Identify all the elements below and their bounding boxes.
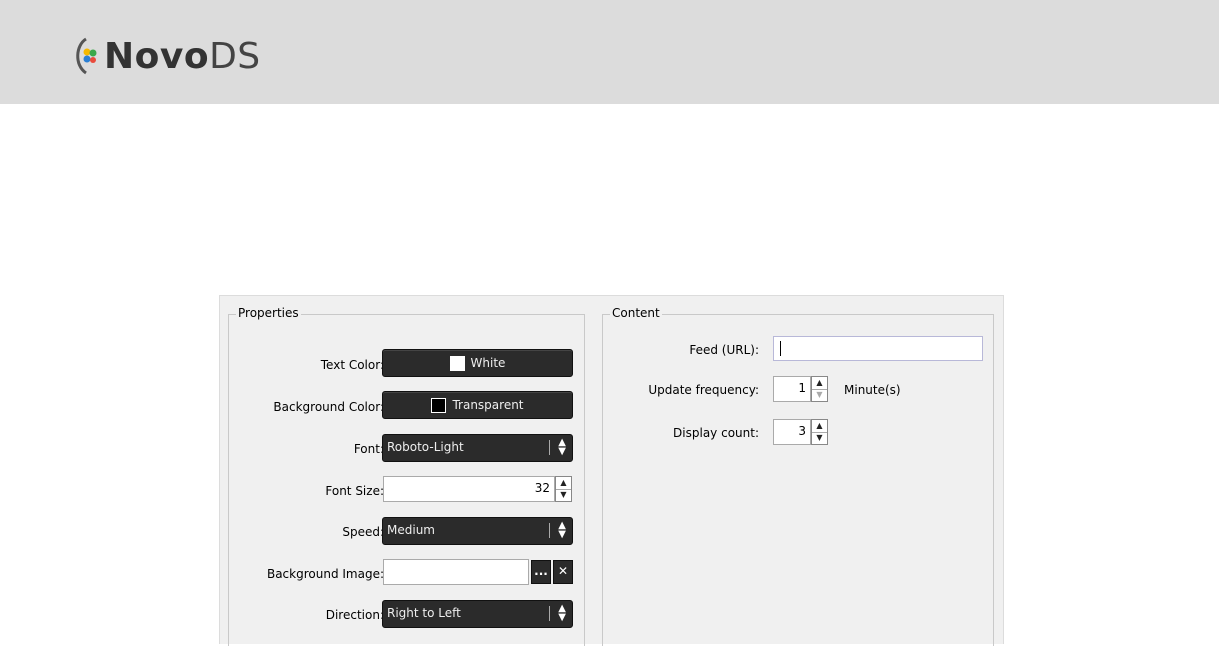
update-frequency-unit: Minute(s)	[844, 383, 901, 397]
direction-value: Right to Left	[387, 606, 461, 620]
speed-label: Speed:	[342, 525, 384, 539]
updown-arrows-icon: ▲ ▼	[558, 520, 566, 540]
updown-arrows-icon: ▲ ▼	[558, 603, 566, 623]
speed-select[interactable]: Medium ▲ ▼	[382, 517, 573, 545]
app-header: NovoDS	[0, 0, 1219, 104]
spin-down-icon[interactable]: ▼	[812, 432, 827, 444]
font-label: Font:	[353, 442, 384, 456]
text-color-button[interactable]: White	[382, 349, 573, 377]
font-size-label: Font Size:	[325, 484, 384, 498]
font-select[interactable]: Roboto-Light ▲ ▼	[382, 434, 573, 462]
ticker-settings-panel: Properties Text Color: White Background …	[219, 295, 1004, 646]
logo-mark-icon	[72, 35, 98, 77]
spin-down-icon[interactable]: ▼	[556, 489, 571, 501]
properties-group: Properties Text Color: White Background …	[228, 306, 585, 646]
content-title: Content	[610, 306, 662, 320]
font-value: Roboto-Light	[387, 440, 464, 454]
select-divider	[549, 606, 550, 621]
select-divider	[549, 440, 550, 455]
direction-select[interactable]: Right to Left ▲ ▼	[382, 600, 573, 628]
white-swatch-icon	[449, 355, 465, 371]
updown-arrows-icon: ▲ ▼	[558, 437, 566, 457]
text-color-label: Text Color:	[320, 358, 384, 372]
content-group: Content Feed (URL): Update frequency: 1 …	[602, 306, 994, 646]
update-frequency-value: 1	[798, 381, 806, 395]
select-divider	[549, 523, 550, 538]
black-swatch-icon	[431, 397, 447, 413]
properties-title: Properties	[236, 306, 301, 320]
feed-url-label: Feed (URL):	[689, 343, 759, 357]
update-frequency-spinner[interactable]: ▲ ▼	[811, 376, 828, 402]
direction-label: Direction:	[325, 608, 384, 622]
font-size-value: 32	[534, 481, 550, 495]
browse-button[interactable]: ...	[531, 560, 551, 584]
display-count-label: Display count:	[673, 426, 759, 440]
update-frequency-label: Update frequency:	[648, 383, 759, 397]
display-count-input[interactable]: 3	[773, 419, 811, 445]
background-color-button[interactable]: Transparent	[382, 391, 573, 419]
text-cursor	[780, 341, 781, 356]
background-image-label: Background Image:	[266, 567, 384, 581]
spin-down-icon[interactable]: ▼	[812, 389, 827, 401]
novods-logo: NovoDS	[72, 28, 261, 84]
speed-value: Medium	[387, 523, 435, 537]
font-size-input[interactable]: 32	[383, 476, 555, 502]
background-color-label: Background Color:	[273, 400, 384, 414]
update-frequency-input[interactable]: 1	[773, 376, 811, 402]
background-color-value: Transparent	[452, 398, 524, 412]
text-color-value: White	[470, 356, 506, 370]
display-count-spinner[interactable]: ▲ ▼	[811, 419, 828, 445]
display-count-value: 3	[798, 424, 806, 438]
clear-button[interactable]: ✕	[553, 560, 573, 584]
background-image-input[interactable]	[383, 559, 529, 585]
feed-url-input[interactable]	[773, 336, 983, 361]
logo-text: NovoDS	[104, 35, 261, 77]
font-size-spinner[interactable]: ▲ ▼	[555, 476, 572, 502]
